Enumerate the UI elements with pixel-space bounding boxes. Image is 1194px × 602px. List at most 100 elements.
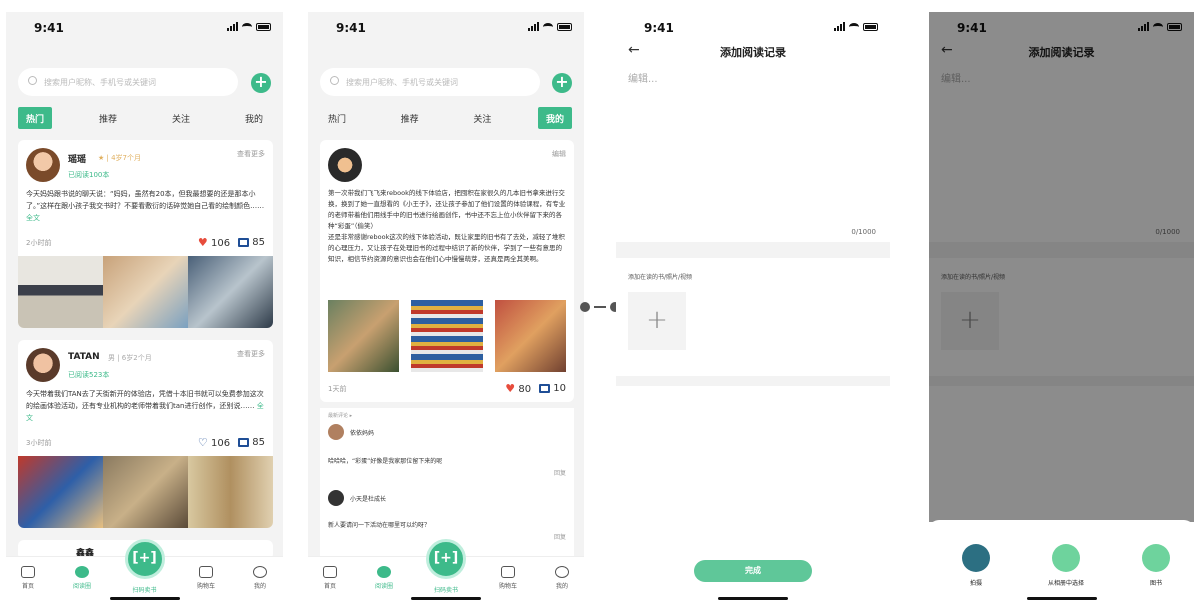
post-image[interactable] (328, 300, 400, 372)
read-count: 已阅读100本 (68, 171, 110, 179)
scan-icon: [+] (433, 550, 459, 566)
tabbar-cart[interactable]: 购物车 (186, 566, 226, 590)
like-button[interactable]: ♥ 80 (505, 382, 531, 395)
comment-button[interactable]: 10 (539, 383, 566, 394)
post-image[interactable] (103, 256, 188, 328)
scan-sell-button[interactable]: [+] (124, 539, 165, 579)
post-image[interactable] (188, 256, 273, 328)
search-input[interactable]: 搜索用户昵称、手机号或关键词 (320, 68, 540, 96)
flow-connector (580, 302, 620, 312)
like-count: 106 (210, 238, 231, 249)
status-icons (227, 22, 271, 31)
post-image[interactable] (188, 456, 273, 528)
reply-link[interactable]: 回复 (554, 532, 566, 541)
search-icon (28, 76, 37, 85)
like-count: 106 (210, 438, 231, 449)
post-images (328, 300, 566, 372)
avatar[interactable] (26, 148, 60, 182)
like-button[interactable]: ♡ 106 (198, 436, 230, 449)
status-bar: 9:41 (308, 12, 584, 42)
comment-author[interactable]: 依依妈妈 (350, 428, 566, 437)
tab-hot[interactable]: 热门 (18, 107, 53, 129)
home-indicator (1026, 597, 1097, 600)
comment-icon (238, 437, 250, 447)
home-indicator (109, 597, 180, 600)
record-editor[interactable]: 编辑... 0/1000 (616, 66, 890, 242)
tabbar-reading-label: 阅读圈 (374, 583, 393, 590)
album-option[interactable]: 从相册中选择 (1031, 544, 1101, 587)
tabbar-cart-label: 购物车 (196, 583, 215, 590)
tabbar-home-label: 首页 (323, 583, 336, 590)
post-image[interactable] (494, 300, 566, 372)
post-card[interactable]: 瑶瑶 ★ | 4岁7个月 已阅读100本 查看更多 今天妈妈跟书说的聊天说：“妈… (18, 140, 273, 328)
home-icon (323, 566, 337, 578)
home-indicator (411, 597, 481, 600)
post-image[interactable] (18, 256, 103, 328)
tab-recommend[interactable]: 推荐 (393, 107, 427, 129)
shoot-option[interactable]: 拍摄 (941, 544, 1011, 587)
modal-overlay[interactable] (929, 12, 1194, 522)
tab-recommend[interactable]: 推荐 (91, 107, 125, 129)
avatar[interactable] (328, 490, 344, 506)
my-post-card[interactable]: 编辑 第一次带我们飞飞来rebook的线下体验店，把囤积在家很久的几本旧书拿来进… (320, 140, 574, 402)
tabbar-me-label: 我的 (555, 583, 568, 590)
post-image[interactable] (18, 456, 103, 528)
tab-follow[interactable]: 关注 (465, 107, 499, 129)
search-input[interactable]: 搜索用户昵称、手机号或关键词 (18, 68, 238, 96)
tab-mine[interactable]: 我的 (237, 107, 271, 129)
add-post-button[interactable]: + (552, 73, 572, 93)
reply-link[interactable]: 回复 (554, 468, 566, 477)
editor-placeholder: 编辑... (628, 74, 658, 85)
post-card[interactable]: TATAN 男 | 6岁2个月 已阅读523本 查看更多 今天带着我们TAN去了… (18, 340, 273, 528)
tab-mine[interactable]: 我的 (537, 107, 572, 129)
post-image[interactable] (411, 300, 483, 372)
post-username[interactable]: 瑶瑶 (68, 152, 86, 165)
book-option[interactable]: 图书 (1121, 544, 1191, 587)
full-text-link[interactable]: 全文 (26, 214, 40, 222)
tabbar-cart[interactable]: 购物车 (488, 566, 528, 590)
comments-section: 最新评论 ▸ 依依妈妈 哈哈哈，“彩蛋”好像是我家那位留下来的呢 回复 小天是杜… (320, 408, 574, 558)
home-icon (21, 566, 35, 578)
add-attachment-button[interactable]: + (628, 292, 686, 350)
comment-icon (539, 383, 551, 393)
scan-sell-button[interactable]: [+] (426, 539, 466, 579)
tabbar-me[interactable]: 我的 (240, 566, 280, 590)
add-post-button[interactable]: + (251, 73, 271, 93)
post-meta: 1天前 ♥ 80 10 (328, 382, 566, 398)
tab-hot[interactable]: 热门 (320, 107, 354, 129)
post-image[interactable] (103, 456, 188, 528)
post-username[interactable]: TATAN (68, 352, 100, 362)
plus-icon: + (646, 305, 668, 335)
see-more-link[interactable]: 查看更多 (237, 349, 265, 359)
done-button[interactable]: 完成 (694, 560, 812, 582)
char-counter: 0/1000 (851, 228, 876, 236)
comment-author[interactable]: 小天是杜成长 (350, 494, 566, 503)
attachment-section: 添加在读的书/照片/视频 + (616, 258, 890, 376)
comment-count: 85 (252, 437, 265, 448)
person-icon (555, 566, 569, 578)
like-button[interactable]: ♥ 106 (198, 236, 230, 249)
edit-link[interactable]: 编辑 (552, 149, 566, 159)
avatar[interactable] (26, 348, 60, 382)
avatar[interactable] (328, 424, 344, 440)
wifi-icon (849, 22, 859, 31)
tabbar-reading[interactable]: 阅读圈 (62, 566, 102, 590)
heart-outline-icon: ♡ (197, 436, 208, 449)
tabbar-reading[interactable]: 阅读圈 (364, 566, 404, 590)
tabbar-home[interactable]: 首页 (310, 566, 350, 590)
search-icon (330, 76, 339, 85)
see-more-link[interactable]: 查看更多 (237, 149, 265, 159)
avatar[interactable] (328, 148, 362, 182)
tab-follow[interactable]: 关注 (164, 107, 198, 129)
book-label: 图书 (1149, 580, 1162, 587)
comment-button[interactable]: 85 (238, 437, 265, 448)
reading-circle-icon (377, 566, 391, 578)
tabbar-me[interactable]: 我的 (542, 566, 582, 590)
tabbar-home[interactable]: 首页 (8, 566, 48, 590)
comment-button[interactable]: 85 (238, 237, 265, 248)
wifi-icon (543, 22, 553, 31)
scan-sell-label: 扫码卖书 (433, 587, 458, 594)
signal-icon (834, 22, 845, 31)
post-time: 1天前 (328, 385, 347, 393)
album-label: 从相册中选择 (1047, 580, 1084, 587)
